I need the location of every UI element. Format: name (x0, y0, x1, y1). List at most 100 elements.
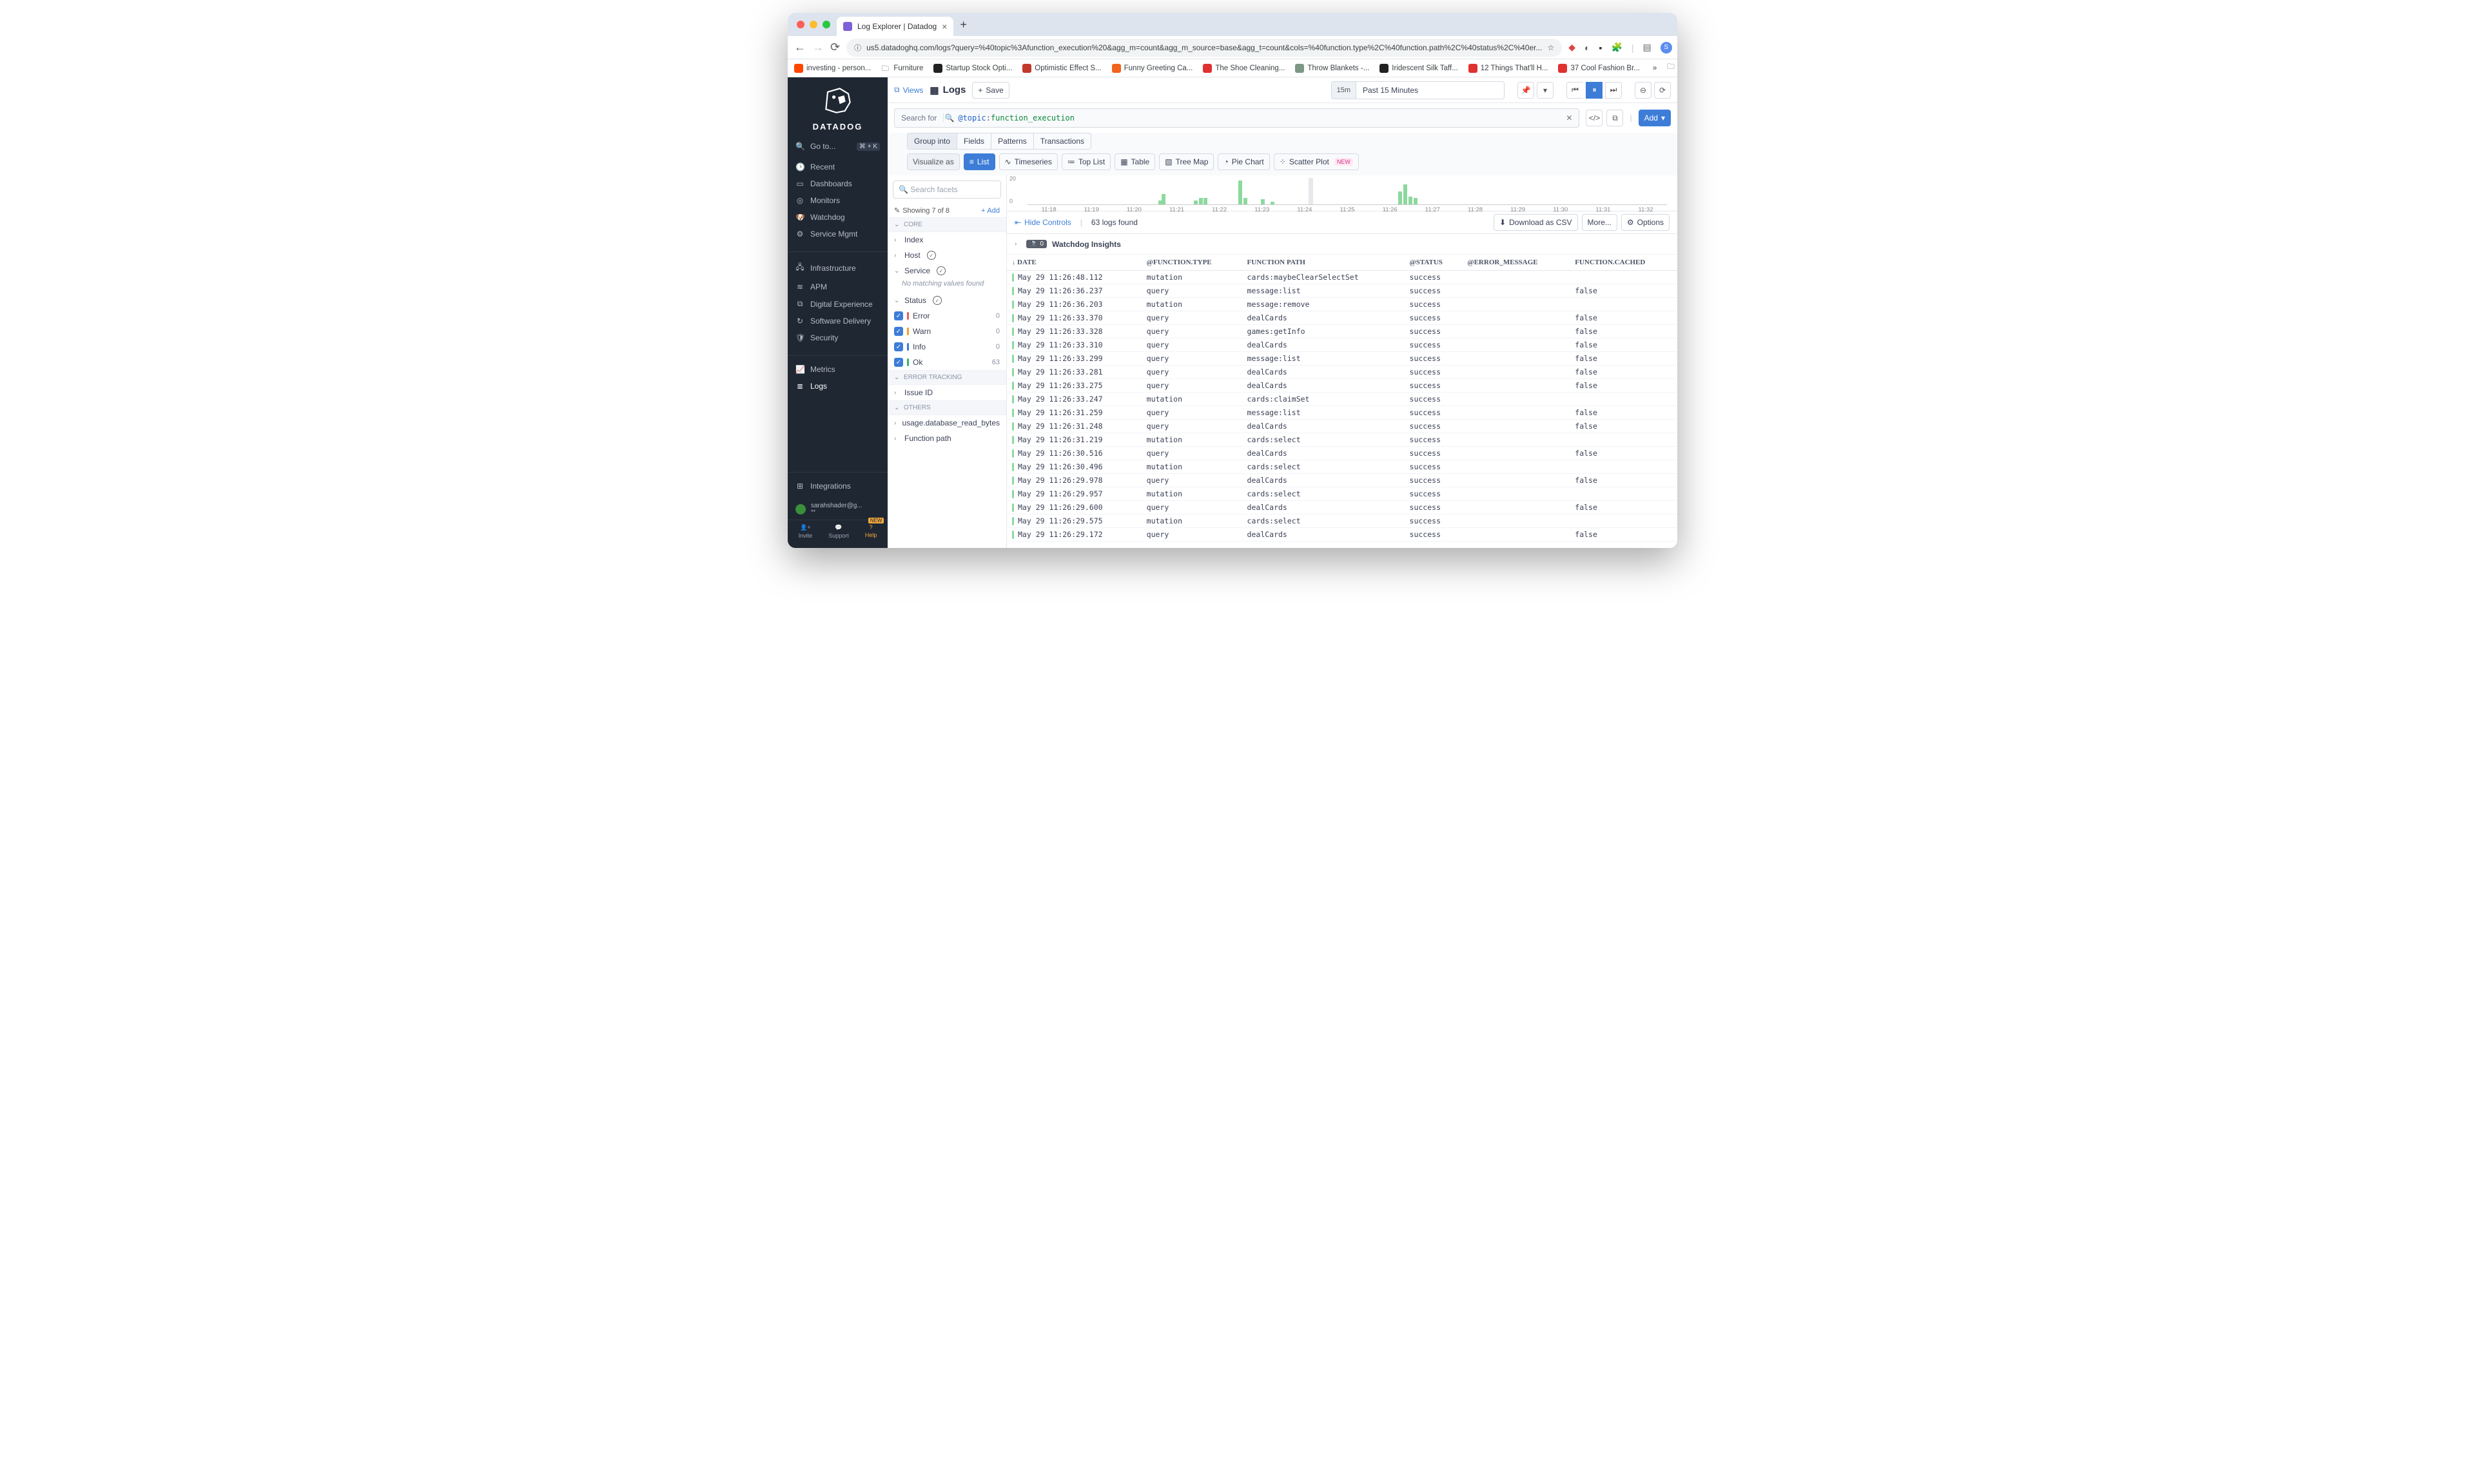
sidebar-item-dashboards[interactable]: ▭Dashboards (788, 175, 888, 192)
status-warn[interactable]: ✓Warn0 (888, 324, 1006, 339)
sidebar-item-watchdog[interactable]: 🐶Watchdog (788, 209, 888, 226)
invite-button[interactable]: 👤+Invite (799, 524, 813, 539)
sidebar-item-apm[interactable]: ≋APM (788, 278, 888, 295)
facet-issue-id[interactable]: ›Issue ID (888, 385, 1006, 400)
group-tab[interactable]: Group into (908, 133, 957, 149)
chart-bar[interactable] (1203, 198, 1207, 204)
watchdog-insights[interactable]: › 🔭0 Watchdog Insights (1007, 234, 1677, 255)
table-row[interactable]: May 29 11:26:30.496mutationcards:selects… (1007, 460, 1677, 474)
sidebar-item-security[interactable]: 🛡Security (788, 329, 888, 346)
sidebar-item-infrastructure[interactable]: 🖧Infrastructure (788, 257, 888, 278)
goto-cmd[interactable]: 🔍 Go to... ⌘ + K (788, 138, 888, 155)
bookmark-item[interactable]: Funny Greeting Ca... (1112, 64, 1193, 73)
table-row[interactable]: May 29 11:26:33.247mutationcards:claimSe… (1007, 393, 1677, 406)
add-button[interactable]: Add ▾ (1639, 110, 1671, 126)
tabs-overview-icon[interactable]: ▤ (1643, 42, 1651, 53)
chart-bar[interactable] (1414, 198, 1418, 204)
zoom-out-button[interactable]: ⊖ (1635, 82, 1651, 99)
chart-cursor[interactable] (1309, 178, 1313, 204)
chart-bar[interactable] (1162, 194, 1165, 204)
group-tab[interactable]: Patterns (991, 133, 1034, 149)
table-row[interactable]: May 29 11:26:33.275querydealCardssuccess… (1007, 379, 1677, 393)
sidebar-item-integrations[interactable]: ⊞ Integrations (788, 478, 888, 494)
checkbox-icon[interactable]: ✓ (894, 327, 903, 336)
facet-search-input[interactable]: 🔍 Search facets (893, 181, 1001, 199)
site-info-icon[interactable]: ⓘ (854, 43, 861, 53)
table-row[interactable]: May 29 11:26:33.299querymessage:listsucc… (1007, 352, 1677, 366)
table-row[interactable]: May 29 11:26:29.172querydealCardssuccess… (1007, 528, 1677, 542)
all-bookmarks[interactable]: 🗀 All Bookmarks (1667, 61, 1677, 76)
skip-back-button[interactable]: ⏮ (1566, 82, 1583, 99)
viz-table[interactable]: ▦Table (1115, 153, 1155, 170)
facet-section-others[interactable]: ⌄OTHERS (888, 400, 1006, 415)
close-tab-icon[interactable]: × (942, 21, 947, 32)
fwd-button[interactable]: → (812, 41, 824, 54)
viz-list[interactable]: ≡List (964, 153, 995, 170)
viz-scatter-plot[interactable]: ⁘Scatter PlotNEW (1274, 153, 1359, 170)
facet-section-core[interactable]: ⌄CORE (888, 217, 1006, 232)
download-csv-button[interactable]: ⬇Download as CSV (1494, 214, 1577, 231)
table-row[interactable]: May 29 11:26:29.978querydealCardssuccess… (1007, 474, 1677, 487)
pause-button[interactable]: ⏸ (1586, 82, 1603, 99)
star-icon[interactable]: ☆ (1547, 43, 1554, 52)
help-button[interactable]: NEW?Help (865, 524, 877, 539)
zoom-window-icon[interactable] (823, 21, 830, 28)
bookmark-item[interactable]: 🗀Furniture (881, 64, 923, 73)
bookmark-item[interactable]: Startup Stock Opti... (933, 64, 1012, 73)
group-tab[interactable]: Fields (957, 133, 991, 149)
skip-fwd-button[interactable]: ⏭ (1605, 82, 1622, 99)
profile-avatar[interactable]: S (1661, 42, 1672, 54)
sidebar-item-recent[interactable]: 🕒Recent (788, 159, 888, 175)
checkbox-icon[interactable]: ✓ (894, 358, 903, 367)
facet-function-path[interactable]: ›Function path (888, 431, 1006, 446)
close-window-icon[interactable] (797, 21, 804, 28)
col-header[interactable]: @ERROR_MESSAGE (1462, 255, 1570, 271)
add-facet-button[interactable]: +Add (981, 207, 1000, 215)
sidebar-item-monitors[interactable]: ◎Monitors (788, 192, 888, 209)
datadog-logo-icon[interactable] (788, 77, 888, 122)
more-button[interactable]: More... (1582, 214, 1617, 231)
bookmark-item[interactable]: The Shoe Cleaning... (1203, 64, 1285, 73)
col-header[interactable]: ↓DATE (1007, 255, 1142, 271)
viz-timeseries[interactable]: ∿Timeseries (999, 153, 1058, 170)
table-row[interactable]: May 29 11:26:31.219mutationcards:selects… (1007, 433, 1677, 447)
chart-bar[interactable] (1261, 199, 1265, 204)
user-menu[interactable]: sarahshader@g... ** (788, 498, 888, 520)
status-ok[interactable]: ✓Ok63 (888, 355, 1006, 370)
sidebar-item-service-mgmt[interactable]: ⚙Service Mgmt (788, 226, 888, 242)
bookmark-item[interactable]: Optimistic Effect S... (1022, 64, 1101, 73)
status-info[interactable]: ✓Info0 (888, 339, 1006, 355)
facet-status[interactable]: ⌄Status✓ (888, 293, 1006, 308)
copy-button[interactable]: ⧉ (1606, 110, 1623, 126)
table-row[interactable]: May 29 11:26:36.203mutationmessage:remov… (1007, 298, 1677, 311)
histogram-chart[interactable]: 20 0 11:1811:1911:2011:2111:2211:2311:24… (1007, 175, 1677, 211)
pin-button[interactable]: 📌 (1517, 82, 1534, 99)
table-row[interactable]: May 29 11:26:33.310querydealCardssuccess… (1007, 338, 1677, 352)
facet-section-tracking[interactable]: ⌄ERROR TRACKING (888, 370, 1006, 385)
sidebar-item-metrics[interactable]: 📈Metrics (788, 361, 888, 378)
facet-usage-db[interactable]: ›usage.database_read_bytes (888, 415, 1006, 431)
url-input[interactable]: ⓘ us5.datadoghq.com/logs?query=%40topic%… (846, 39, 1562, 57)
facet-index[interactable]: ›Index (888, 232, 1006, 248)
status-error[interactable]: ✓Error0 (888, 308, 1006, 324)
group-tab[interactable]: Transactions (1034, 133, 1091, 149)
table-row[interactable]: May 29 11:26:33.370querydealCardssuccess… (1007, 311, 1677, 325)
table-row[interactable]: May 29 11:26:29.600querydealCardssuccess… (1007, 501, 1677, 514)
log-table-wrap[interactable]: ↓DATE@FUNCTION.TYPEFUNCTION PATH@STATUS@… (1007, 255, 1677, 548)
bookmark-item[interactable]: investing - person... (794, 64, 871, 73)
table-row[interactable]: May 29 11:26:31.259querymessage:listsucc… (1007, 406, 1677, 420)
sidebar-item-software-delivery[interactable]: ↻Software Delivery (788, 313, 888, 329)
checkbox-icon[interactable]: ✓ (894, 311, 903, 320)
time-range-picker[interactable]: 15m Past 15 Minutes (1331, 81, 1505, 99)
bookmark-item[interactable]: Iridescent Silk Taff... (1379, 64, 1457, 73)
browser-tab[interactable]: Log Explorer | Datadog × (837, 17, 953, 36)
chart-bar[interactable] (1194, 200, 1198, 204)
sidebar-item-digital-experience[interactable]: ⧉Digital Experience (788, 295, 888, 313)
ext-icon[interactable]: ◆ (1568, 42, 1575, 53)
viz-tree-map[interactable]: ▧Tree Map (1159, 153, 1214, 170)
reload-button[interactable]: ⟳ (830, 41, 840, 54)
checkbox-icon[interactable]: ✓ (894, 342, 903, 351)
table-row[interactable]: May 29 11:26:29.575mutationcards:selects… (1007, 514, 1677, 528)
col-header[interactable]: FUNCTION PATH (1242, 255, 1405, 271)
dropdown-button[interactable]: ▾ (1537, 82, 1554, 99)
